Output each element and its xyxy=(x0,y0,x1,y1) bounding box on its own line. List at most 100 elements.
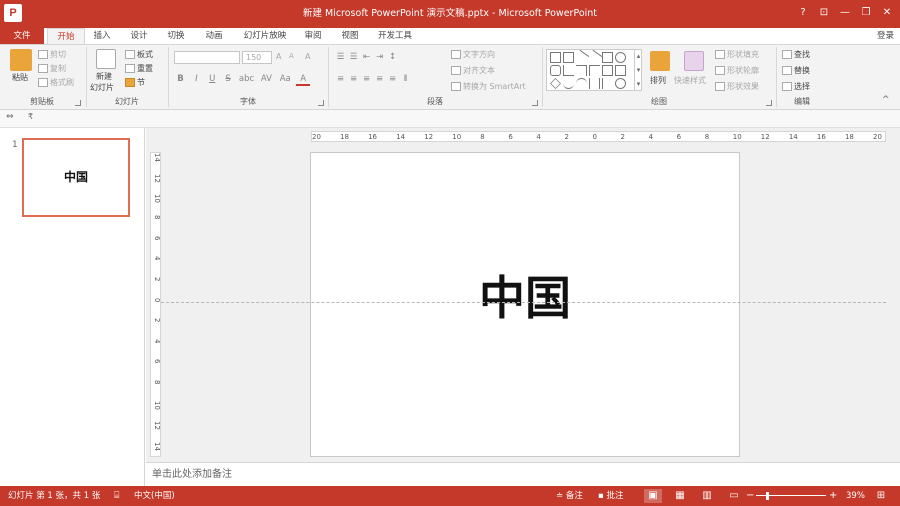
spell-check-icon[interactable]: ⌸ xyxy=(114,486,119,506)
paste-button[interactable]: 粘贴 xyxy=(12,72,28,83)
tab-transitions[interactable]: 切换 xyxy=(161,28,191,44)
tab-review[interactable]: 审阅 xyxy=(298,28,328,44)
paste-icon[interactable] xyxy=(10,49,32,71)
notes-pane[interactable]: 单击此处添加备注 xyxy=(146,462,900,486)
collapse-ribbon-icon[interactable]: ^ xyxy=(882,95,890,105)
shapes-scroll[interactable]: ▴ ▾ ▾ xyxy=(634,49,642,91)
brace-shape-icon[interactable] xyxy=(589,78,600,89)
shapes-gallery[interactable] xyxy=(546,49,642,91)
line-spacing-icon[interactable]: ↕ xyxy=(386,51,399,64)
underline-button[interactable]: U xyxy=(206,73,219,86)
align-center-icon[interactable]: ≡ xyxy=(347,73,360,86)
copy-button[interactable]: 复制 xyxy=(38,63,66,74)
shrink-font-button[interactable]: A xyxy=(289,51,294,62)
tab-slide-show[interactable]: 幻灯片放映 xyxy=(238,28,292,44)
italic-button[interactable]: I xyxy=(190,73,203,86)
numbering-icon[interactable]: ☰ xyxy=(347,51,360,64)
convert-smartart-button[interactable]: 转换为 SmartArt xyxy=(451,81,526,92)
distributed-icon[interactable]: ≡ xyxy=(386,73,399,86)
new-slide-icon[interactable] xyxy=(96,49,116,69)
tab-home[interactable]: 开始 xyxy=(47,28,85,44)
shape-fill-button[interactable]: 形状填充 xyxy=(715,49,759,60)
rectangle-shape-icon[interactable] xyxy=(602,52,613,63)
sign-in-link[interactable]: 登录 xyxy=(877,28,894,44)
right-arrow-shape-icon[interactable] xyxy=(602,65,613,76)
tab-file[interactable]: 文件 xyxy=(0,28,44,44)
zoom-in-button[interactable]: + xyxy=(829,486,837,506)
clipboard-launcher-icon[interactable] xyxy=(75,100,81,106)
pin-icon[interactable]: ⇔ xyxy=(6,112,14,122)
connector-shape-icon[interactable] xyxy=(576,65,587,76)
star-shape-icon[interactable] xyxy=(615,78,626,89)
format-painter-button[interactable]: 格式刷 xyxy=(38,77,74,88)
language-status[interactable]: 中文(中国) xyxy=(134,486,175,506)
drawing-launcher-icon[interactable] xyxy=(766,100,772,106)
tab-design[interactable]: 设计 xyxy=(124,28,154,44)
rounded-rect-shape-icon[interactable] xyxy=(550,65,561,76)
tab-view[interactable]: 视图 xyxy=(335,28,365,44)
shape-outline-button[interactable]: 形状轮廓 xyxy=(715,65,759,76)
strikethrough-button[interactable]: S xyxy=(222,73,235,86)
clear-formatting-button[interactable]: A xyxy=(305,51,310,62)
reset-button[interactable]: 重置 xyxy=(125,63,153,74)
replace-button[interactable]: 替换 xyxy=(782,65,810,76)
increase-indent-icon[interactable]: ⇥ xyxy=(373,51,386,64)
paragraph-launcher-icon[interactable] xyxy=(532,100,538,106)
grow-font-button[interactable]: A xyxy=(276,51,281,62)
zoom-slider-thumb[interactable] xyxy=(766,492,769,500)
font-color-button[interactable]: A xyxy=(296,73,311,86)
textbox-vertical-icon[interactable] xyxy=(563,52,574,63)
tab-insert[interactable]: 插入 xyxy=(87,28,117,44)
decrease-indent-icon[interactable]: ⇤ xyxy=(360,51,373,64)
quick-styles-button[interactable]: 快速样式 xyxy=(674,75,706,86)
bracket-shape-icon[interactable] xyxy=(602,78,613,89)
down-arrow-shape-icon[interactable] xyxy=(615,65,626,76)
justify-icon[interactable]: ≡ xyxy=(373,73,386,86)
shadow-button[interactable]: abc xyxy=(238,73,256,86)
arc-shape-icon[interactable] xyxy=(563,78,574,89)
arrange-button[interactable]: 排列 xyxy=(650,75,666,86)
horizontal-guide[interactable] xyxy=(161,302,886,303)
diamond-shape-icon[interactable] xyxy=(550,78,561,89)
font-launcher-icon[interactable] xyxy=(318,100,324,106)
align-left-icon[interactable]: ≡ xyxy=(334,73,347,86)
select-button[interactable]: 选择 xyxy=(782,81,810,92)
zoom-level[interactable]: 39% xyxy=(846,486,865,506)
comments-toggle-button[interactable]: ▪ 批注 xyxy=(598,486,623,506)
bold-button[interactable]: B xyxy=(174,73,187,86)
customize-qat-icon[interactable]: ₹ xyxy=(28,112,33,121)
close-button[interactable]: ✕ xyxy=(878,6,896,20)
fit-to-window-icon[interactable]: ⊞ xyxy=(872,489,890,503)
tab-developer[interactable]: 开发工具 xyxy=(373,28,417,44)
columns-icon[interactable]: ⫴ xyxy=(399,73,412,86)
find-button[interactable]: 查找 xyxy=(782,49,810,60)
elbow-shape-icon[interactable] xyxy=(589,65,600,76)
restore-button[interactable]: ❐ xyxy=(857,6,875,20)
slide-canvas[interactable]: 中国 xyxy=(310,152,740,457)
notes-toggle-button[interactable]: ≐ 备注 xyxy=(556,486,583,506)
normal-view-icon[interactable]: ▣ xyxy=(644,489,662,503)
minimize-button[interactable]: — xyxy=(836,6,854,20)
align-right-icon[interactable]: ≡ xyxy=(360,73,373,86)
slide-thumbnail[interactable]: 中国 xyxy=(22,138,130,217)
slide-title-text[interactable]: 中国 xyxy=(311,268,739,328)
slide-show-view-icon[interactable]: ▭ xyxy=(725,489,743,503)
shape-effects-button[interactable]: 形状效果 xyxy=(715,81,759,92)
slide-sorter-view-icon[interactable]: ▦ xyxy=(671,489,689,503)
bullets-icon[interactable]: ☰ xyxy=(334,51,347,64)
tab-animations[interactable]: 动画 xyxy=(199,28,229,44)
text-direction-button[interactable]: 文字方向 xyxy=(451,49,495,60)
cut-button[interactable]: 剪切 xyxy=(38,49,66,60)
curve-shape-icon[interactable] xyxy=(576,78,587,89)
font-size-select[interactable]: 150 xyxy=(242,51,272,64)
new-slide-button[interactable]: 幻灯片 xyxy=(90,82,114,93)
zoom-out-button[interactable]: − xyxy=(746,486,754,506)
change-case-button[interactable]: Aa xyxy=(277,73,293,86)
arrow-shape-icon[interactable] xyxy=(586,49,603,66)
reading-view-icon[interactable]: ▥ xyxy=(698,489,716,503)
triangle-shape-icon[interactable] xyxy=(563,65,574,76)
ribbon-display-options-button[interactable]: ⊡ xyxy=(815,6,833,20)
oval-shape-icon[interactable] xyxy=(615,52,626,63)
arrange-icon[interactable] xyxy=(650,51,670,71)
textbox-shape-icon[interactable] xyxy=(550,52,561,63)
